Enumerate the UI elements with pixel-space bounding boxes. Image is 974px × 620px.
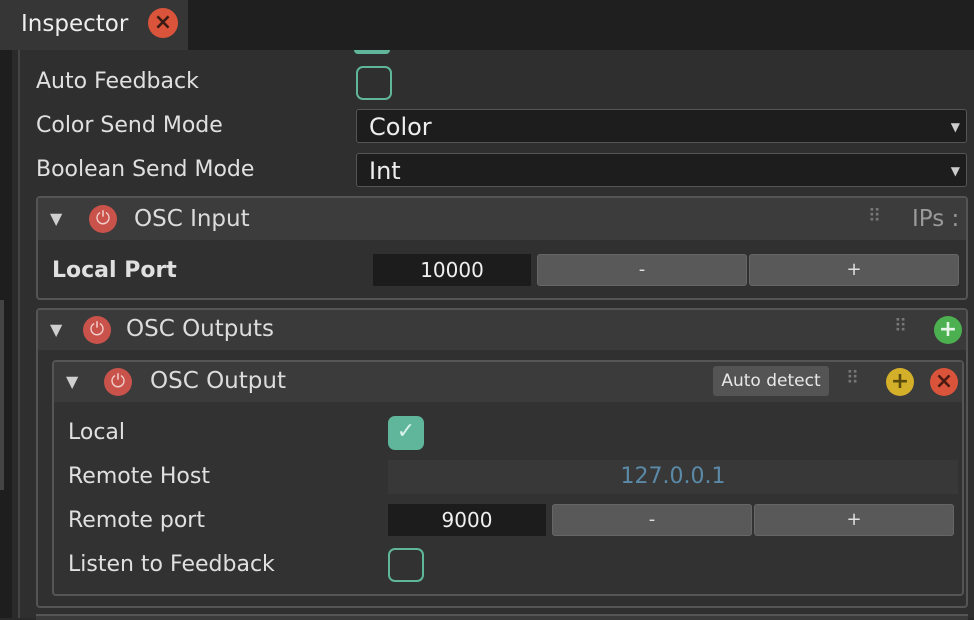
local-port-input[interactable]: 10000 [373, 254, 531, 286]
osc-output-title: OSC Output [150, 368, 286, 394]
osc-input-title: OSC Input [134, 206, 250, 232]
osc-outputs-title: OSC Outputs [126, 316, 274, 342]
boolean-send-mode-label: Boolean Send Mode [36, 157, 255, 182]
tab-title: Inspector [21, 11, 129, 37]
chevron-down-icon[interactable]: ▼ [50, 209, 62, 228]
power-icon[interactable]: ⏻ [83, 316, 111, 344]
tab-inspector[interactable]: Inspector × [0, 0, 188, 50]
add-icon[interactable]: + [886, 368, 914, 396]
local-checkbox[interactable]: ✓ [388, 416, 424, 450]
osc-input-section: ▼ ⏻ OSC Input ⠿ IPs : Local Port 10000 -… [36, 196, 968, 300]
local-port-decrement-button[interactable]: - [537, 254, 747, 286]
color-send-mode-select[interactable]: Color ▼ [356, 109, 967, 143]
osc-outputs-header: ▼ ⏻ OSC Outputs ⠿ + [38, 310, 966, 350]
chevron-down-icon[interactable]: ▼ [50, 320, 62, 339]
remote-port-decrement-button[interactable]: - [552, 504, 752, 536]
power-icon[interactable]: ⏻ [89, 205, 117, 233]
auto-detect-button[interactable]: Auto detect [713, 366, 829, 396]
local-port-label: Local Port [52, 258, 177, 283]
bottom-divider [36, 614, 968, 620]
auto-feedback-label: Auto Feedback [36, 69, 199, 94]
chevron-down-icon[interactable]: ▼ [66, 372, 78, 391]
drag-handle-icon[interactable]: ⠿ [868, 206, 882, 227]
listen-feedback-label: Listen to Feedback [68, 552, 275, 577]
remote-host-input[interactable]: 127.0.0.1 [388, 460, 958, 494]
dropdown-arrow-icon: ▼ [950, 164, 960, 178]
add-output-button[interactable]: + [934, 316, 962, 344]
select-value: Color [369, 113, 432, 141]
remote-host-label: Remote Host [68, 464, 210, 489]
remote-port-increment-button[interactable]: + [754, 504, 954, 536]
remote-port-input[interactable]: 9000 [388, 504, 546, 536]
osc-outputs-section: ▼ ⏻ OSC Outputs ⠿ + ▼ ⏻ OSC Output Auto … [36, 308, 968, 608]
ips-label: IPs : [912, 206, 960, 232]
inspector-panel: Auto Feedback Color Send Mode Color ▼ Bo… [18, 50, 974, 620]
boolean-send-mode-select[interactable]: Int ▼ [356, 153, 967, 187]
dropdown-arrow-icon: ▼ [950, 120, 960, 134]
osc-output-subsection: ▼ ⏻ OSC Output Auto detect ⠿ + × Local ✓… [52, 360, 964, 596]
local-port-increment-button[interactable]: + [749, 254, 959, 286]
close-icon[interactable]: × [148, 8, 178, 38]
drag-handle-icon[interactable]: ⠿ [894, 316, 908, 337]
osc-input-header: ▼ ⏻ OSC Input ⠿ IPs : [38, 198, 966, 240]
scrolled-item-edge [354, 50, 390, 54]
drag-handle-icon[interactable]: ⠿ [846, 368, 860, 389]
listen-feedback-checkbox[interactable] [388, 548, 424, 582]
local-label: Local [68, 420, 126, 445]
power-icon[interactable]: ⏻ [104, 368, 132, 396]
select-value: Int [369, 157, 401, 185]
left-scroll-strip [0, 300, 4, 490]
auto-feedback-checkbox[interactable] [356, 66, 392, 100]
remote-port-label: Remote port [68, 508, 205, 533]
tab-bar: Inspector × [0, 0, 974, 50]
osc-output-header: ▼ ⏻ OSC Output Auto detect ⠿ + × [54, 362, 962, 402]
color-send-mode-label: Color Send Mode [36, 113, 223, 138]
remove-icon[interactable]: × [930, 368, 958, 396]
